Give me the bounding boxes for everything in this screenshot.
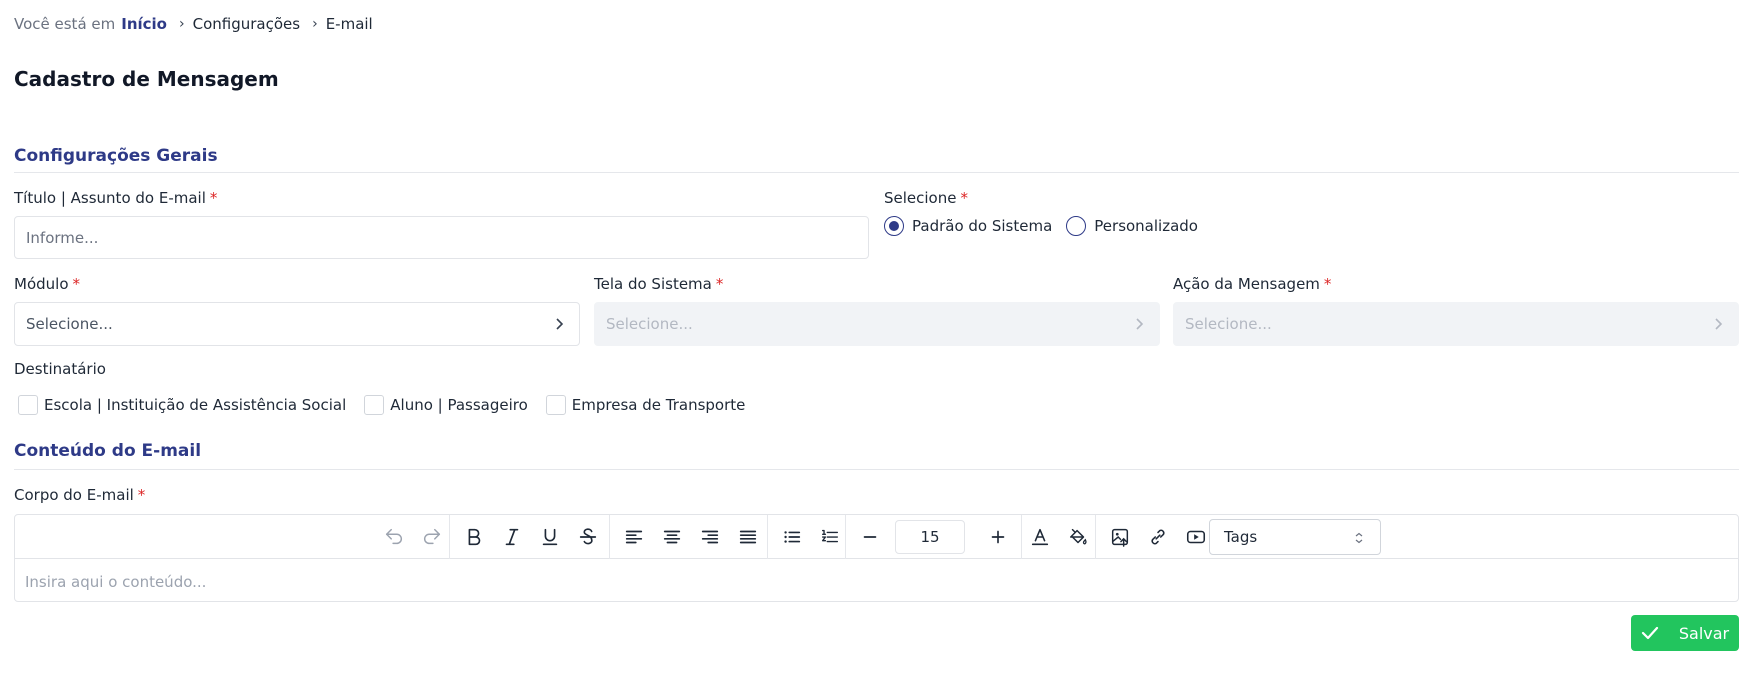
chevron-right-icon: ›	[179, 16, 185, 32]
align-justify-icon[interactable]	[733, 522, 763, 552]
title-input[interactable]: Informe...	[14, 216, 869, 259]
screen-select-placeholder: Selecione...	[606, 315, 693, 333]
screen-label: Tela do Sistema *	[594, 275, 724, 293]
bullet-list-icon[interactable]	[777, 522, 807, 552]
align-left-icon[interactable]	[619, 522, 649, 552]
recipient-label: Destinatário	[14, 360, 106, 378]
editor-content[interactable]: Insira aqui o conteúdo...	[25, 573, 206, 591]
editor-toolbar: 15 Tags	[15, 515, 1738, 559]
checkbox-transport-company[interactable]: Empresa de Transporte	[545, 395, 746, 415]
checkbox-box[interactable]	[545, 395, 566, 415]
select-type-label: Selecione *	[884, 189, 968, 207]
required-mark: *	[137, 486, 146, 504]
required-mark: *	[209, 189, 218, 207]
fill-color-icon[interactable]	[1063, 522, 1093, 552]
action-label: Ação da Mensagem *	[1173, 275, 1332, 293]
bold-icon[interactable]	[459, 522, 489, 552]
module-label: Módulo *	[14, 275, 80, 293]
checkbox-school[interactable]: Escola | Instituição de Assistência Soci…	[18, 395, 346, 415]
link-icon[interactable]	[1143, 522, 1173, 552]
section-divider	[14, 172, 1739, 173]
chevron-right-icon	[1136, 318, 1144, 330]
checkbox-label: Empresa de Transporte	[571, 396, 746, 414]
align-center-icon[interactable]	[657, 522, 687, 552]
breadcrumb-item-email: E-mail	[325, 15, 373, 33]
breadcrumb-prefix: Você está em	[14, 15, 116, 33]
check-icon	[1641, 626, 1658, 640]
save-button-label: Salvar	[1678, 623, 1730, 643]
chevron-right-icon: ›	[312, 16, 318, 32]
tags-select-label: Tags	[1224, 528, 1258, 546]
checkbox-student[interactable]: Aluno | Passageiro	[364, 395, 528, 415]
chevron-right-icon	[556, 318, 564, 330]
numbered-list-icon[interactable]	[815, 522, 845, 552]
module-select-placeholder: Selecione...	[26, 315, 113, 333]
save-button[interactable]: Salvar	[1631, 615, 1739, 651]
italic-icon[interactable]	[497, 522, 527, 552]
chevron-updown-icon	[1355, 532, 1363, 544]
font-size-input[interactable]: 15	[895, 520, 965, 554]
action-select-placeholder: Selecione...	[1185, 315, 1272, 333]
insert-image-icon[interactable]	[1105, 522, 1135, 552]
minus-icon[interactable]	[855, 522, 885, 552]
underline-icon[interactable]	[535, 522, 565, 552]
recipient-checkbox-group: Escola | Instituição de Assistência Soci…	[18, 395, 763, 415]
message-type-radio-group: Padrão do Sistema Personalizado	[884, 216, 1212, 236]
breadcrumb-home-link[interactable]: Início	[121, 15, 167, 33]
required-mark: *	[72, 275, 81, 293]
radio-custom[interactable]: Personalizado	[1066, 216, 1198, 236]
rich-text-editor: 15 Tags Insira aqui o conteúdo...	[14, 514, 1739, 602]
checkbox-box[interactable]	[18, 395, 38, 415]
radio-checked-icon[interactable]	[884, 216, 904, 236]
action-select[interactable]: Selecione...	[1173, 302, 1739, 346]
radio-system-default[interactable]: Padrão do Sistema	[884, 216, 1052, 236]
checkbox-box[interactable]	[364, 395, 385, 415]
plus-icon[interactable]	[983, 522, 1013, 552]
tags-select[interactable]: Tags	[1209, 519, 1381, 555]
screen-select[interactable]: Selecione...	[594, 302, 1160, 346]
page-title: Cadastro de Mensagem	[14, 67, 279, 91]
radio-label: Padrão do Sistema	[912, 217, 1053, 235]
section-divider	[14, 469, 1739, 470]
checkbox-label: Escola | Instituição de Assistência Soci…	[44, 396, 347, 414]
required-mark: *	[715, 275, 724, 293]
section-title-general: Configurações Gerais	[14, 146, 218, 166]
radio-unchecked-icon[interactable]	[1066, 216, 1087, 236]
align-right-icon[interactable]	[695, 522, 725, 552]
strikethrough-icon[interactable]	[573, 522, 603, 552]
body-label: Corpo do E-mail *	[14, 486, 146, 504]
required-mark: *	[1323, 275, 1332, 293]
undo-icon[interactable]	[379, 522, 409, 552]
breadcrumb-item-settings[interactable]: Configurações	[193, 15, 300, 33]
redo-icon[interactable]	[417, 522, 447, 552]
video-icon[interactable]	[1181, 522, 1211, 552]
radio-label: Personalizado	[1094, 217, 1198, 235]
module-select[interactable]: Selecione...	[14, 302, 580, 346]
chevron-right-icon	[1715, 318, 1723, 330]
breadcrumb: Você está em Início › Configurações › E-…	[14, 15, 373, 33]
title-input-placeholder: Informe...	[26, 228, 99, 247]
section-title-content: Conteúdo do E-mail	[14, 441, 202, 461]
checkbox-label: Aluno | Passageiro	[390, 396, 528, 414]
title-field-label: Título | Assunto do E-mail *	[14, 189, 218, 207]
required-mark: *	[960, 189, 968, 207]
text-color-icon[interactable]	[1025, 522, 1055, 552]
